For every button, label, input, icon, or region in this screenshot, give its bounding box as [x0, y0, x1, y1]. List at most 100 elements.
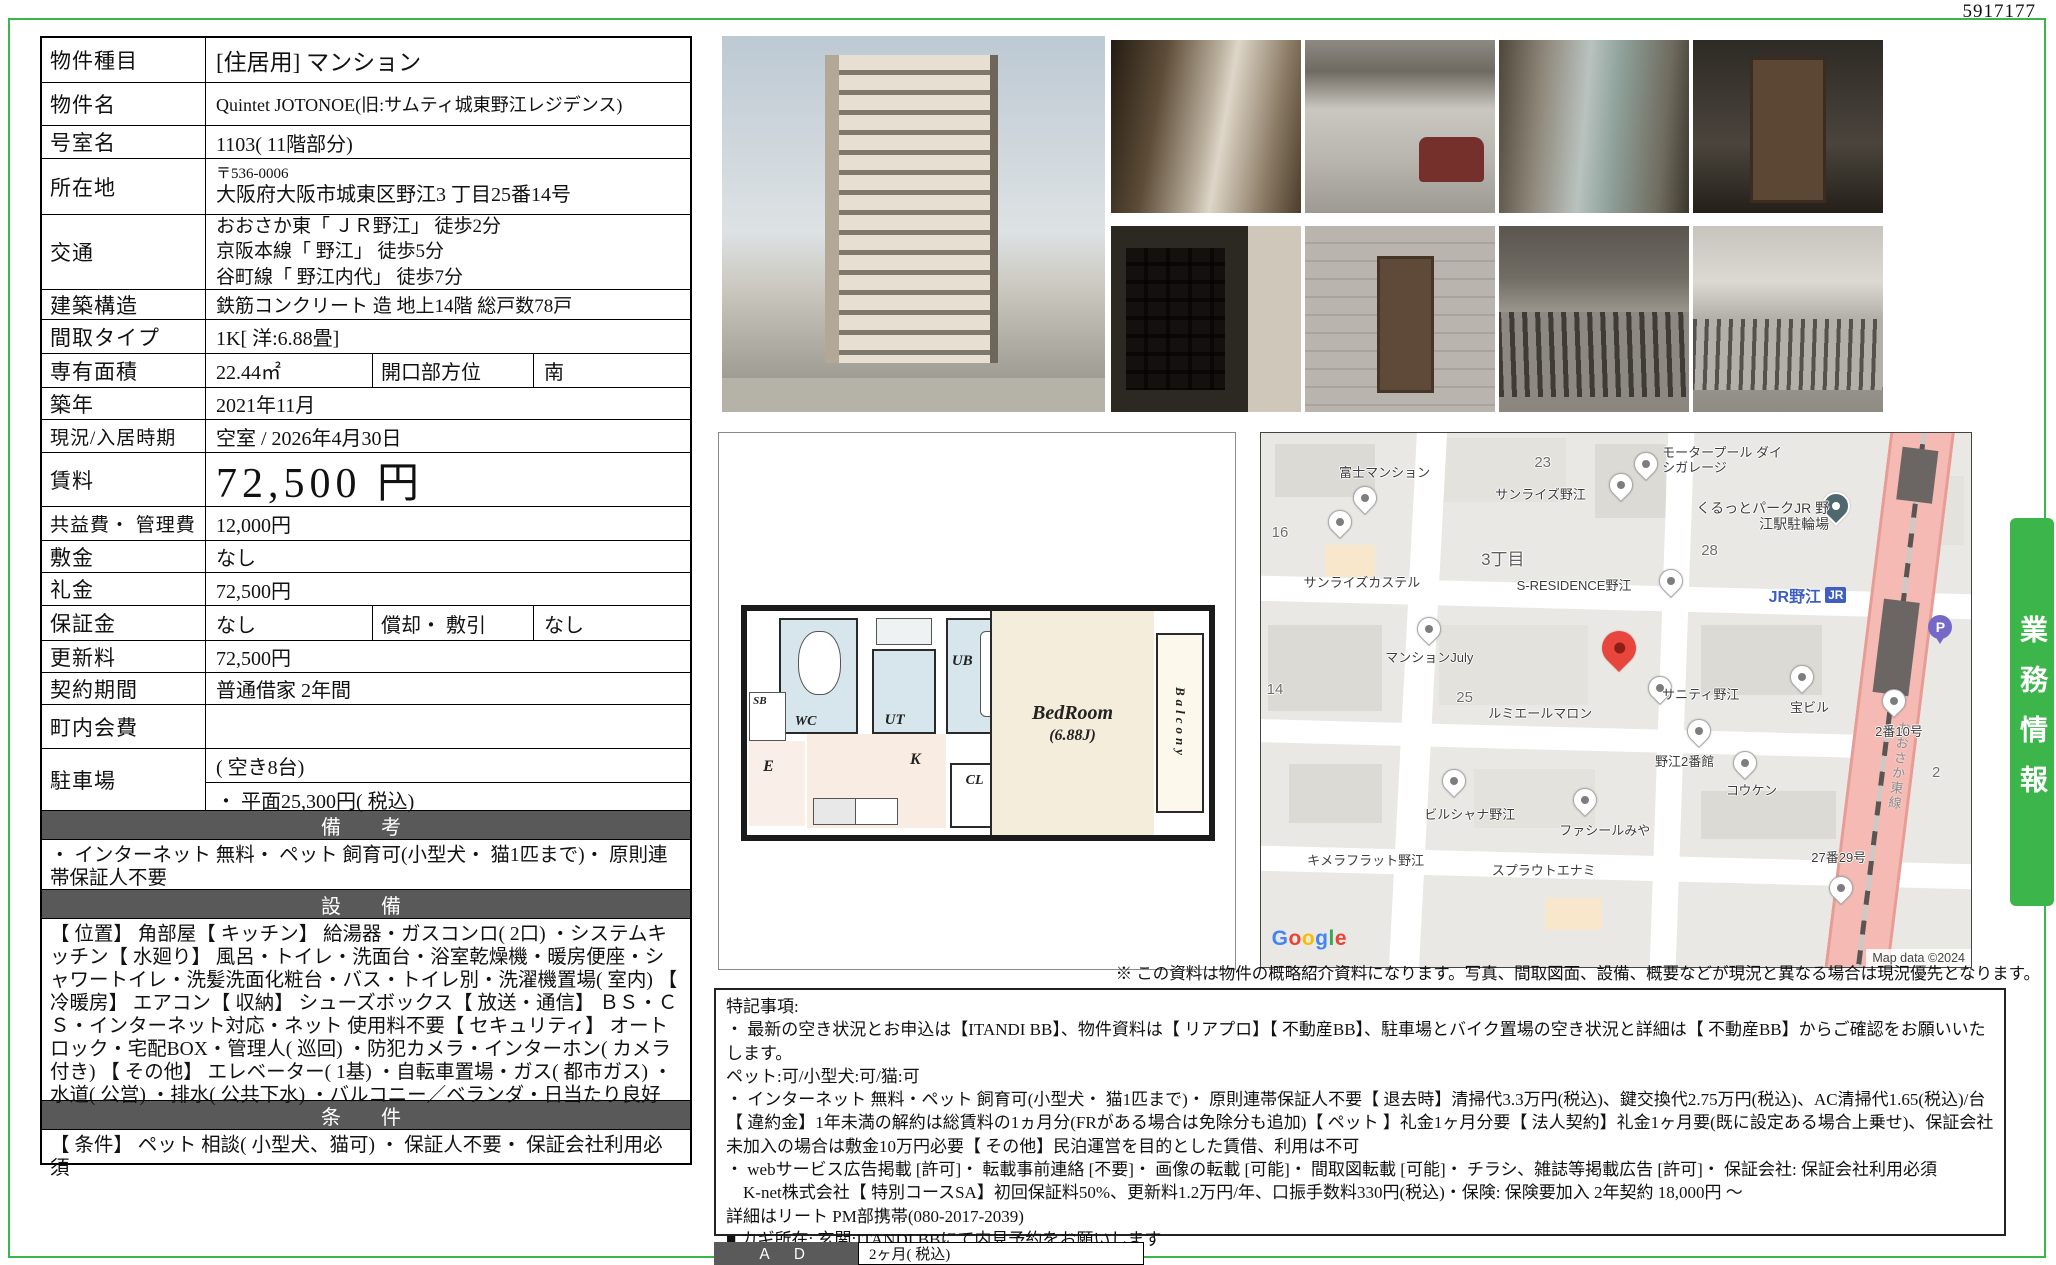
room-bedroom: BedRoom (6.88J)	[989, 611, 1154, 835]
row-value: Quintet JOTONOE(旧:サムティ城東野江レジデンス)	[216, 95, 623, 115]
map-label: サンライズ野江	[1495, 486, 1586, 502]
table-row: 交通 おおさか東「 ＪＲ野江」 徒歩2分 京阪本線「 野江」 徒歩5分 谷町線「…	[42, 214, 690, 289]
conditions-text: 【 条件】 ペット 相談( 小型犬、猫可) ・ 保証人不要・ 保証会社利用必須	[42, 1129, 690, 1179]
table-row: 共益費・ 管理費 12,000円	[42, 506, 690, 540]
row-value: 72,500円	[216, 580, 291, 603]
row-label: 保証金	[42, 606, 206, 640]
parking-pin-icon: P	[1928, 614, 1953, 644]
balcony: Balcony	[1155, 633, 1205, 813]
room-label: SB	[753, 695, 767, 708]
street-shape	[722, 378, 1105, 412]
map-label: 2番10号	[1875, 724, 1923, 740]
room-label: K	[910, 751, 921, 769]
washbasin-shape	[876, 617, 932, 645]
map-label: 富士マンション	[1339, 465, 1431, 481]
table-row: 敷金 なし	[42, 540, 690, 572]
floorplan-drawing: WC UT UB SB E K CL BedRoom (6.88J) Balco…	[741, 605, 1215, 841]
location-map: おおさか東線 P 富士マンション 16 サンライズカステル 23 サンライズ野江…	[1260, 432, 1972, 968]
row-label: 号室名	[42, 126, 206, 158]
jr-logo: JR	[1825, 586, 1847, 603]
kitchen-counter-shape	[812, 798, 898, 825]
row-label: 敷金	[42, 541, 206, 572]
room-kitchen: K	[807, 734, 946, 829]
row-value: 12,000円	[216, 515, 291, 537]
row-value: 普通借家 2年間	[216, 680, 351, 702]
map-label: コウケン	[1726, 783, 1778, 799]
table-row: 号室名 1103( 11階部分)	[42, 125, 690, 158]
photo-building-exterior	[722, 36, 1105, 412]
map-label: くるっとパークJR 野江駅駐輪場	[1696, 499, 1830, 532]
notes-line: ・ webサービス広告掲載 [許可]・ 転載事前連絡 [不要]・ 画像の転載 […	[726, 1159, 1937, 1179]
row-label: 駐車場	[42, 749, 206, 810]
bicycles-shape	[1499, 311, 1689, 398]
map-label: ビルシャナ野江	[1424, 807, 1516, 823]
photo-bicycle-parking-outdoor	[1693, 226, 1883, 412]
door-shape	[1750, 57, 1826, 203]
google-letter: G	[1271, 926, 1289, 950]
ad-row: Ａ Ｄ 2ヶ月( 税込)	[714, 1242, 1144, 1265]
document-number: 5917177	[1962, 1, 2036, 22]
map-label: マンションJuly	[1385, 649, 1474, 665]
postal-code: 〒536-0006	[216, 165, 289, 182]
row-value: 72,500円	[216, 648, 291, 670]
row-value: なし	[216, 548, 256, 570]
row-value: 22.44㎡	[216, 362, 281, 384]
row-value: 1K[ 洋:6.88畳]	[216, 328, 340, 350]
map-label: 25	[1456, 689, 1473, 707]
table-row: 物件種目 [住居用] マンション	[42, 38, 690, 82]
map-label: サンライズカステル	[1303, 574, 1421, 590]
row-label: 更新料	[42, 641, 206, 672]
table-row: 建築構造 鉄筋コンクリート 造 地上14階 総戸数78戸	[42, 289, 690, 319]
table-row: 礼金 72,500円	[42, 572, 690, 605]
room-label: UB	[951, 653, 973, 670]
map-label: 野江2番館	[1655, 753, 1715, 769]
map-label: ルミエールマロン	[1488, 705, 1593, 721]
room-wc: WC	[779, 617, 858, 735]
photo-mailboxes	[1111, 226, 1301, 412]
room-label: E	[763, 757, 774, 775]
row-label: 賃料	[42, 453, 206, 506]
map-label: 2	[1931, 764, 1941, 782]
map-label: モータープール ダイシガレージ	[1662, 445, 1782, 476]
google-letter: o	[1288, 926, 1302, 950]
room-label: UT	[884, 711, 905, 728]
parking-fee: ・ 平面25,300円( 税込)	[216, 791, 415, 813]
map-building	[1289, 764, 1382, 823]
building-tower-shape	[825, 54, 998, 364]
row-sublabel: 償却・ 敷引	[372, 606, 534, 640]
row-value: [住居用] マンション	[216, 50, 422, 75]
map-pin-icon	[1323, 505, 1358, 540]
remarks-text: ・ インターネット 無料・ ペット 飼育可(小型犬・ 猫1匹まで)・ 原則連帯保…	[42, 839, 690, 889]
notes-line: 詳細はリート PM部携帯(080-2017-2039)	[726, 1206, 1024, 1226]
sink-shape	[856, 799, 897, 823]
google-letter: o	[1301, 926, 1316, 950]
room-ut: UT	[871, 649, 937, 735]
row-value	[206, 705, 690, 748]
row-value: 1103( 11階部分)	[216, 133, 353, 156]
row-label: 現況/入居時期	[42, 420, 206, 452]
table-row: 町内会費	[42, 704, 690, 748]
row-label: 共益費・ 管理費	[42, 507, 206, 540]
row-value: 2021年11月	[216, 395, 316, 417]
map-label: 23	[1534, 454, 1552, 472]
notes-line: ペット:可/小型犬:可/猫:可	[726, 1066, 920, 1086]
bicycles-shape	[1693, 319, 1883, 390]
map-label: 14	[1266, 681, 1284, 699]
wall-shape	[1247, 226, 1301, 412]
ad-value: 2ヶ月( 税込)	[858, 1242, 1144, 1265]
access-line: おおさか東「 ＪＲ野江」 徒歩2分	[216, 215, 502, 237]
access-line: 谷町線「 野江内代」 徒歩7分	[216, 266, 464, 288]
ad-label: Ａ Ｄ	[714, 1242, 858, 1265]
row-subvalue: 南	[544, 362, 564, 384]
row-sublabel: 開口部方位	[372, 354, 534, 387]
google-letter: g	[1315, 926, 1329, 950]
notes-line: 特記事項:	[726, 997, 799, 1016]
map-label: 宝ビル	[1789, 700, 1829, 716]
notes-line: K-net株式会社【 特別コースSA】初回保証料50%、更新料1.2万円/年、口…	[726, 1183, 1743, 1203]
table-row: 現況/入居時期 空室 / 2026年4月30日	[42, 419, 690, 452]
table-row: 専有面積 22.44㎡ 開口部方位 南	[42, 353, 690, 387]
floorplan-panel: WC UT UB SB E K CL BedRoom (6.88J) Balco…	[718, 432, 1236, 970]
photo-entrance-lobby	[1499, 40, 1689, 213]
row-label: 契約期間	[42, 673, 206, 704]
photo-unit-door	[1693, 40, 1883, 213]
